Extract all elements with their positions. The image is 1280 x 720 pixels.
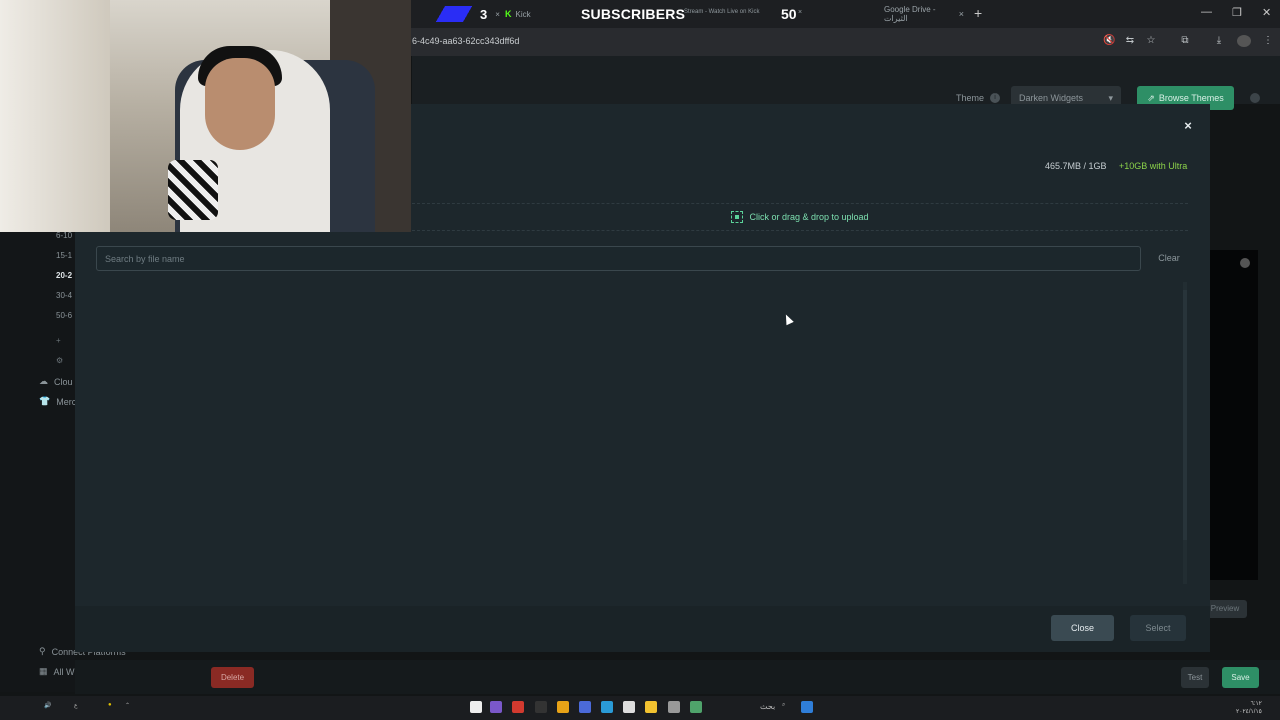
- save-button[interactable]: Save: [1222, 667, 1259, 688]
- url-text[interactable]: 6-4c49-aa63-62cc343dff6d: [412, 36, 519, 46]
- shirt-icon: 👕: [39, 396, 51, 406]
- clock-date: ٢٠٢٤/١/١٥: [1236, 709, 1262, 715]
- new-tab-button[interactable]: +: [974, 5, 982, 21]
- sub-goal-x: ×: [798, 9, 803, 16]
- file-results-list: [96, 280, 1186, 585]
- taskbar-app-icon[interactable]: [512, 701, 524, 713]
- dropzone-label: Click or drag & drop to upload: [749, 212, 869, 222]
- sidebar-link-label: Merc: [56, 396, 77, 407]
- maximize-icon[interactable]: ❐: [1232, 6, 1242, 19]
- sidebar-item[interactable]: 6-10: [56, 231, 72, 240]
- mute-icon[interactable]: 🔇: [1103, 35, 1115, 47]
- taskbar-app-icon[interactable]: [579, 701, 591, 713]
- taskbar-app-icon[interactable]: [690, 701, 702, 713]
- subscribers-label: SUBSCRIBERS: [581, 6, 686, 22]
- taskbar: [0, 696, 1280, 720]
- clock-time: ٦:١٢: [1250, 701, 1262, 707]
- webcam-background: [0, 0, 110, 232]
- taskbar-app-icon[interactable]: [601, 701, 613, 713]
- settings-icon[interactable]: [1240, 258, 1250, 268]
- scrollbar-thumb[interactable]: [1183, 290, 1187, 540]
- webcam-person: [205, 58, 275, 150]
- extensions-icon[interactable]: ⧉: [1179, 35, 1191, 47]
- taskbar-app-icon[interactable]: [470, 701, 482, 713]
- menu-icon[interactable]: ⋮: [1262, 35, 1274, 47]
- profile-avatar[interactable]: [1237, 35, 1251, 47]
- taskbar-clock[interactable]: ٦:١٢ ٢٠٢٤/١/١٥: [1236, 700, 1262, 716]
- theme-value: Darken Widgets: [1019, 93, 1084, 103]
- kick-icon: K: [505, 9, 512, 19]
- browse-themes-label: Browse Themes: [1158, 93, 1224, 103]
- upload-icon: [731, 211, 744, 223]
- upgrade-ultra-link[interactable]: +10GB with Ultra: [1119, 161, 1187, 171]
- volume-icon[interactable]: 🔊: [44, 702, 51, 709]
- info-icon[interactable]: i: [990, 93, 1000, 103]
- close-tab-icon[interactable]: ×: [959, 9, 964, 19]
- tab-label: Kick: [515, 9, 531, 19]
- delete-button[interactable]: Delete: [211, 667, 254, 688]
- taskbar-app-icon[interactable]: [645, 701, 657, 713]
- tab-label: Google Drive - الثيرات: [884, 5, 936, 23]
- webcam-overlay: [0, 0, 411, 232]
- taskbar-app-icon[interactable]: [668, 701, 680, 713]
- star-icon[interactable]: ☆: [1145, 35, 1157, 47]
- translate-icon[interactable]: ⇆: [1124, 35, 1136, 47]
- grid-icon: ▦: [39, 666, 48, 676]
- search-icon[interactable]: ⌕: [782, 702, 785, 709]
- storage-usage: 465.7MB / 1GB: [1045, 161, 1107, 171]
- sidebar-link-merch[interactable]: 👕 Merc: [39, 396, 76, 407]
- sub-goal: 50: [781, 6, 797, 22]
- sidebar-item[interactable]: 15-1: [56, 251, 72, 260]
- close-window-icon[interactable]: ✕: [1262, 6, 1271, 19]
- sub-count-x: ×: [495, 9, 500, 19]
- chevron-up-icon[interactable]: ⌃: [125, 702, 130, 709]
- taskbar-app-icon[interactable]: [623, 701, 635, 713]
- sidebar: [0, 232, 75, 692]
- webcam-microphone: [168, 160, 218, 220]
- flag-graphic: [436, 6, 472, 22]
- sidebar-item[interactable]: 30-4: [56, 291, 72, 300]
- start-icon[interactable]: [801, 701, 813, 713]
- sidebar-link-cloud[interactable]: ☁ Clou: [39, 376, 73, 387]
- chevron-down-icon: ▾: [1108, 93, 1113, 103]
- test-button[interactable]: Test: [1181, 667, 1209, 688]
- select-button[interactable]: Select: [1130, 615, 1186, 641]
- tray-icon[interactable]: ●: [108, 702, 112, 708]
- sidebar-link-label: Clou: [54, 376, 73, 387]
- dashboard-footer: [75, 660, 1280, 694]
- stream-tab-title: Stream - Watch Live on Kick: [684, 9, 760, 15]
- tab-google-drive[interactable]: Google Drive - الثيرات ×: [884, 4, 964, 24]
- link-icon: ⚲: [39, 646, 46, 656]
- external-link-icon: ⇗: [1147, 92, 1155, 103]
- help-icon[interactable]: [1250, 93, 1260, 103]
- tab-kick[interactable]: K Kick: [505, 4, 565, 24]
- download-icon[interactable]: ⤓: [1213, 35, 1225, 47]
- sidebar-item[interactable]: 50-6: [56, 311, 72, 320]
- upload-dropzone[interactable]: Click or drag & drop to upload: [412, 203, 1188, 231]
- sub-counter-overlay: 3 ×: [436, 4, 500, 24]
- sub-count: 3: [480, 6, 488, 22]
- clear-button[interactable]: Clear: [1150, 246, 1188, 271]
- modal-footer: [75, 606, 1210, 652]
- cloud-icon: ☁: [39, 376, 48, 386]
- taskbar-app-icon[interactable]: [490, 701, 502, 713]
- language-indicator[interactable]: ع: [74, 702, 78, 709]
- sidebar-item-active[interactable]: 20-2: [56, 271, 72, 280]
- minimize-icon[interactable]: —: [1201, 6, 1212, 18]
- search-input[interactable]: [96, 246, 1141, 271]
- taskbar-search[interactable]: بحث: [760, 702, 775, 711]
- screen: K Kick Google Drive - الثيرات × + — ❐ ✕ …: [0, 0, 1280, 720]
- theme-label: Theme: [956, 93, 985, 103]
- taskbar-app-icon[interactable]: [557, 701, 569, 713]
- plus-icon[interactable]: +: [56, 336, 61, 345]
- preview-panel: [1210, 250, 1258, 580]
- taskbar-app-icon[interactable]: [535, 701, 547, 713]
- gear-icon[interactable]: ⚙: [56, 356, 63, 365]
- close-icon[interactable]: ×: [1181, 119, 1195, 133]
- close-button[interactable]: Close: [1051, 615, 1114, 641]
